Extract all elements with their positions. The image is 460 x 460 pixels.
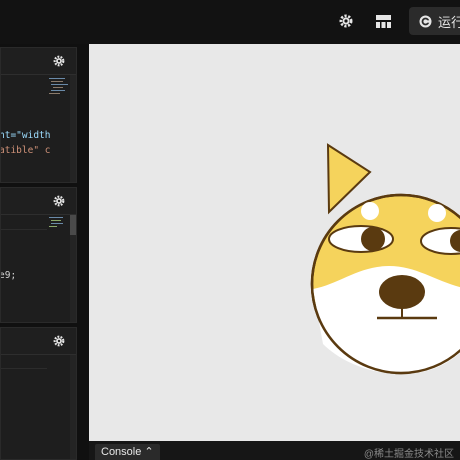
pane-splitter[interactable] xyxy=(77,44,89,460)
dog-nose xyxy=(379,275,425,309)
pane-header xyxy=(1,48,76,75)
run-button[interactable]: 运行 xyxy=(409,7,460,35)
shiba-dog-face xyxy=(310,143,460,375)
run-label: 运行 xyxy=(438,14,460,30)
dog-pupil-left xyxy=(361,227,385,251)
pane-header xyxy=(1,188,76,215)
scrollbar[interactable] xyxy=(70,355,76,459)
code-minimap[interactable] xyxy=(47,215,71,322)
code-line: e9; xyxy=(0,270,17,281)
pane-settings-gear-icon[interactable] xyxy=(52,194,66,208)
run-icon xyxy=(419,15,432,28)
pane-header xyxy=(1,328,76,355)
code-line: atible" c xyxy=(0,145,51,156)
html-code-area[interactable]: nt="width atible" c xyxy=(1,75,76,182)
pane-settings-gear-icon[interactable] xyxy=(52,334,66,348)
js-editor-pane xyxy=(0,327,77,460)
preview-panel xyxy=(89,44,460,441)
scrollbar[interactable] xyxy=(70,75,76,182)
js-code-area[interactable] xyxy=(1,355,76,459)
html-editor-pane: nt="width atible" c xyxy=(0,47,77,183)
css-code-area[interactable]: e9; xyxy=(1,215,76,322)
dog-eyebrow-right xyxy=(428,204,446,222)
console-tab[interactable]: Console ⌃ xyxy=(95,444,160,460)
top-toolbar: 运行 xyxy=(0,0,460,44)
layout-grid-icon[interactable] xyxy=(372,10,394,32)
current-line-highlight xyxy=(1,368,47,369)
watermark: @稀土掘金技术社区 xyxy=(363,449,454,460)
css-editor-pane: e9; xyxy=(0,187,77,323)
gear-icon[interactable] xyxy=(335,10,357,32)
dog-eyebrow-left xyxy=(361,202,379,220)
console-bar: Console ⌃ @稀土掘金技术社区 xyxy=(89,441,460,460)
current-line-highlight xyxy=(1,229,47,230)
code-line: nt="width xyxy=(0,130,51,141)
pane-settings-gear-icon[interactable] xyxy=(52,54,66,68)
scrollbar[interactable] xyxy=(70,215,76,322)
code-minimap[interactable] xyxy=(47,75,71,182)
scroll-thumb[interactable] xyxy=(70,215,76,235)
